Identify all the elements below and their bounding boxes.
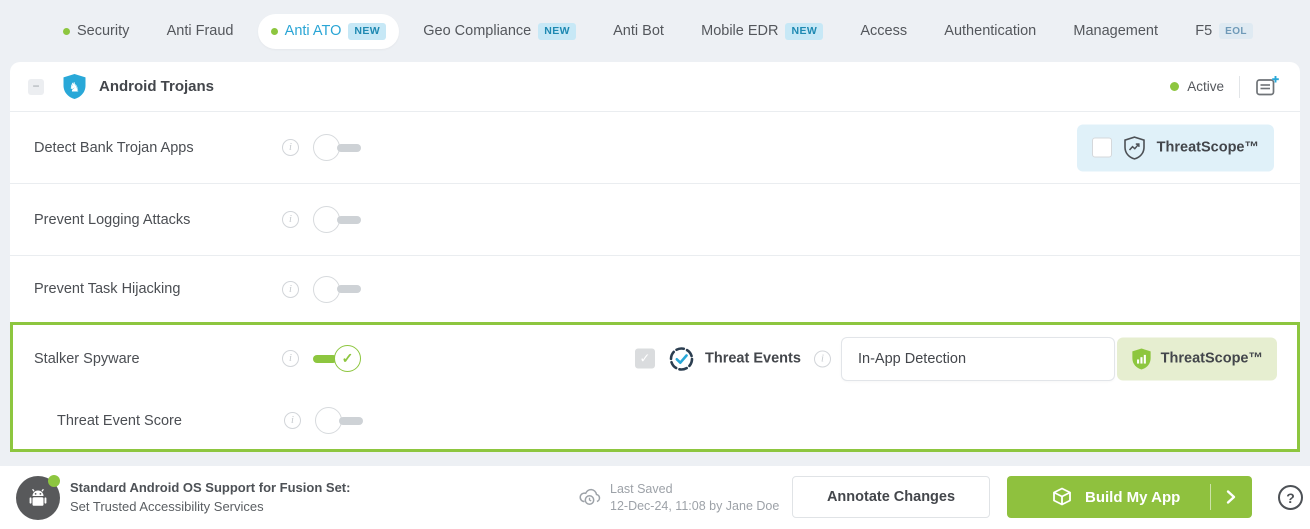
prevent-logging-toggle[interactable] — [313, 206, 361, 233]
info-icon[interactable]: i — [282, 350, 299, 367]
feature-row-detect-bank-trojan-apps: Detect Bank Trojan Apps i ThreatScope™ — [10, 112, 1300, 184]
divider — [1210, 484, 1211, 510]
tab-label: F5 — [1195, 23, 1212, 39]
last-saved-info: Last Saved 12-Dec-24, 11:08 by Jane Doe — [610, 481, 779, 515]
tab-anti-bot[interactable]: Anti Bot — [600, 14, 677, 48]
toggle-knob: ✓ — [334, 345, 361, 372]
divider — [1239, 76, 1240, 98]
feature-label: Threat Event Score — [57, 413, 284, 429]
toggle-knob — [313, 134, 340, 161]
threatscope-label: ThreatScope™ — [1157, 140, 1259, 156]
threat-events-icon — [668, 345, 695, 372]
tab-label: Mobile EDR — [701, 23, 778, 39]
tab-authentication[interactable]: Authentication — [931, 14, 1049, 48]
info-icon[interactable]: i — [284, 412, 301, 429]
green-status-dot — [271, 28, 278, 35]
fusion-set-info: Standard Android OS Support for Fusion S… — [70, 478, 350, 516]
new-badge: NEW — [348, 23, 386, 40]
feature-row-threat-event-score: Threat Event Score i — [13, 392, 1297, 449]
threatscope-shield-icon — [1131, 347, 1152, 370]
feature-label: Detect Bank Trojan Apps — [34, 140, 282, 156]
tab-mobile-edr[interactable]: Mobile EDR NEW — [688, 14, 836, 49]
status-badge: Active — [1187, 79, 1224, 94]
toggle-track — [339, 417, 363, 425]
feature-label: Prevent Logging Attacks — [34, 212, 282, 228]
feature-row-prevent-logging-attacks: Prevent Logging Attacks i — [10, 184, 1300, 256]
tab-anti-ato[interactable]: Anti ATO NEW — [258, 14, 399, 49]
new-badge: NEW — [538, 23, 576, 40]
tab-geo-compliance[interactable]: Geo Compliance NEW — [410, 14, 589, 49]
threat-events-checkbox[interactable]: ✓ — [635, 349, 655, 369]
fusion-set-title: Standard Android OS Support for Fusion S… — [70, 478, 350, 497]
svg-text:♞: ♞ — [69, 80, 81, 95]
feature-row-stalker-spyware: Stalker Spyware i ✓ ✓ Threat Events i In… — [13, 325, 1297, 392]
tab-label: Geo Compliance — [423, 23, 531, 39]
footer-bar: Standard Android OS Support for Fusion S… — [0, 466, 1310, 529]
new-badge: NEW — [785, 23, 823, 40]
toggle-track — [337, 285, 361, 293]
add-note-icon[interactable] — [1255, 75, 1280, 99]
build-cube-icon — [1051, 486, 1073, 508]
annotate-changes-label: Annotate Changes — [827, 489, 955, 505]
threatscope-option: ThreatScope™ — [1077, 124, 1274, 171]
build-my-app-button[interactable]: Build My App — [1007, 476, 1252, 518]
top-nav: Security Anti Fraud Anti ATO NEW Geo Com… — [0, 0, 1310, 62]
threat-events-group: ✓ Threat Events i — [635, 345, 831, 372]
tab-label: Anti Fraud — [167, 23, 234, 39]
tab-label: Authentication — [944, 23, 1036, 39]
tab-label: Management — [1073, 23, 1158, 39]
build-my-app-label: Build My App — [1085, 489, 1180, 506]
cloud-saved-icon — [578, 486, 603, 512]
feature-label: Prevent Task Hijacking — [34, 281, 282, 297]
tab-label: Anti Bot — [613, 23, 664, 39]
tab-anti-fraud[interactable]: Anti Fraud — [154, 14, 247, 48]
info-icon[interactable]: i — [282, 139, 299, 156]
prevent-task-hijacking-toggle[interactable] — [313, 276, 361, 303]
chevron-right-icon[interactable] — [1225, 489, 1237, 505]
tab-management[interactable]: Management — [1060, 14, 1171, 48]
threatscope-active-button[interactable]: ThreatScope™ — [1117, 337, 1277, 380]
toggle-knob — [313, 276, 340, 303]
toggle-knob — [313, 206, 340, 233]
trojan-shield-icon: ♞ — [62, 73, 87, 100]
toggle-knob — [315, 407, 342, 434]
collapse-icon[interactable]: − — [28, 79, 44, 95]
feature-label: Stalker Spyware — [34, 351, 282, 367]
toggle-track — [337, 144, 361, 152]
info-icon[interactable]: i — [814, 350, 831, 367]
threatscope-checkbox[interactable] — [1092, 138, 1112, 158]
info-icon[interactable]: i — [282, 281, 299, 298]
android-trojans-card: − ♞ Android Trojans Active — [10, 62, 1300, 452]
last-saved-detail: 12-Dec-24, 11:08 by Jane Doe — [610, 498, 779, 515]
green-status-dot — [63, 28, 70, 35]
detection-mode-dropdown[interactable]: In-App Detection — [841, 337, 1115, 381]
tab-label: Access — [860, 23, 907, 39]
tab-label: Anti ATO — [285, 23, 342, 39]
eol-badge: EOL — [1219, 23, 1253, 39]
tab-security[interactable]: Security — [50, 14, 142, 48]
info-icon[interactable]: i — [282, 211, 299, 228]
page-title: Android Trojans — [99, 78, 214, 95]
threat-event-score-toggle[interactable] — [315, 407, 363, 434]
threatscope-label: ThreatScope™ — [1161, 351, 1263, 367]
tab-label: Security — [77, 23, 129, 39]
last-saved-label: Last Saved — [610, 481, 779, 498]
tab-access[interactable]: Access — [847, 14, 920, 48]
toggle-track — [337, 216, 361, 224]
active-status-dot — [1170, 82, 1179, 91]
dropdown-value: In-App Detection — [858, 351, 966, 367]
fusion-set-subtitle: Set Trusted Accessibility Services — [70, 497, 350, 516]
highlighted-selection-region: Stalker Spyware i ✓ ✓ Threat Events i In… — [10, 322, 1300, 452]
threat-events-label: Threat Events — [705, 351, 801, 367]
card-header: − ♞ Android Trojans Active — [10, 62, 1300, 112]
stalker-spyware-toggle[interactable]: ✓ — [313, 345, 361, 372]
annotate-changes-button[interactable]: Annotate Changes — [792, 476, 990, 518]
help-icon[interactable]: ? — [1278, 485, 1303, 510]
feature-row-prevent-task-hijacking: Prevent Task Hijacking i — [10, 256, 1300, 322]
threatscope-shield-icon — [1123, 135, 1146, 160]
android-status-dot — [48, 475, 60, 487]
tab-f5[interactable]: F5 EOL — [1182, 14, 1266, 48]
detect-bank-trojan-toggle[interactable] — [313, 134, 361, 161]
